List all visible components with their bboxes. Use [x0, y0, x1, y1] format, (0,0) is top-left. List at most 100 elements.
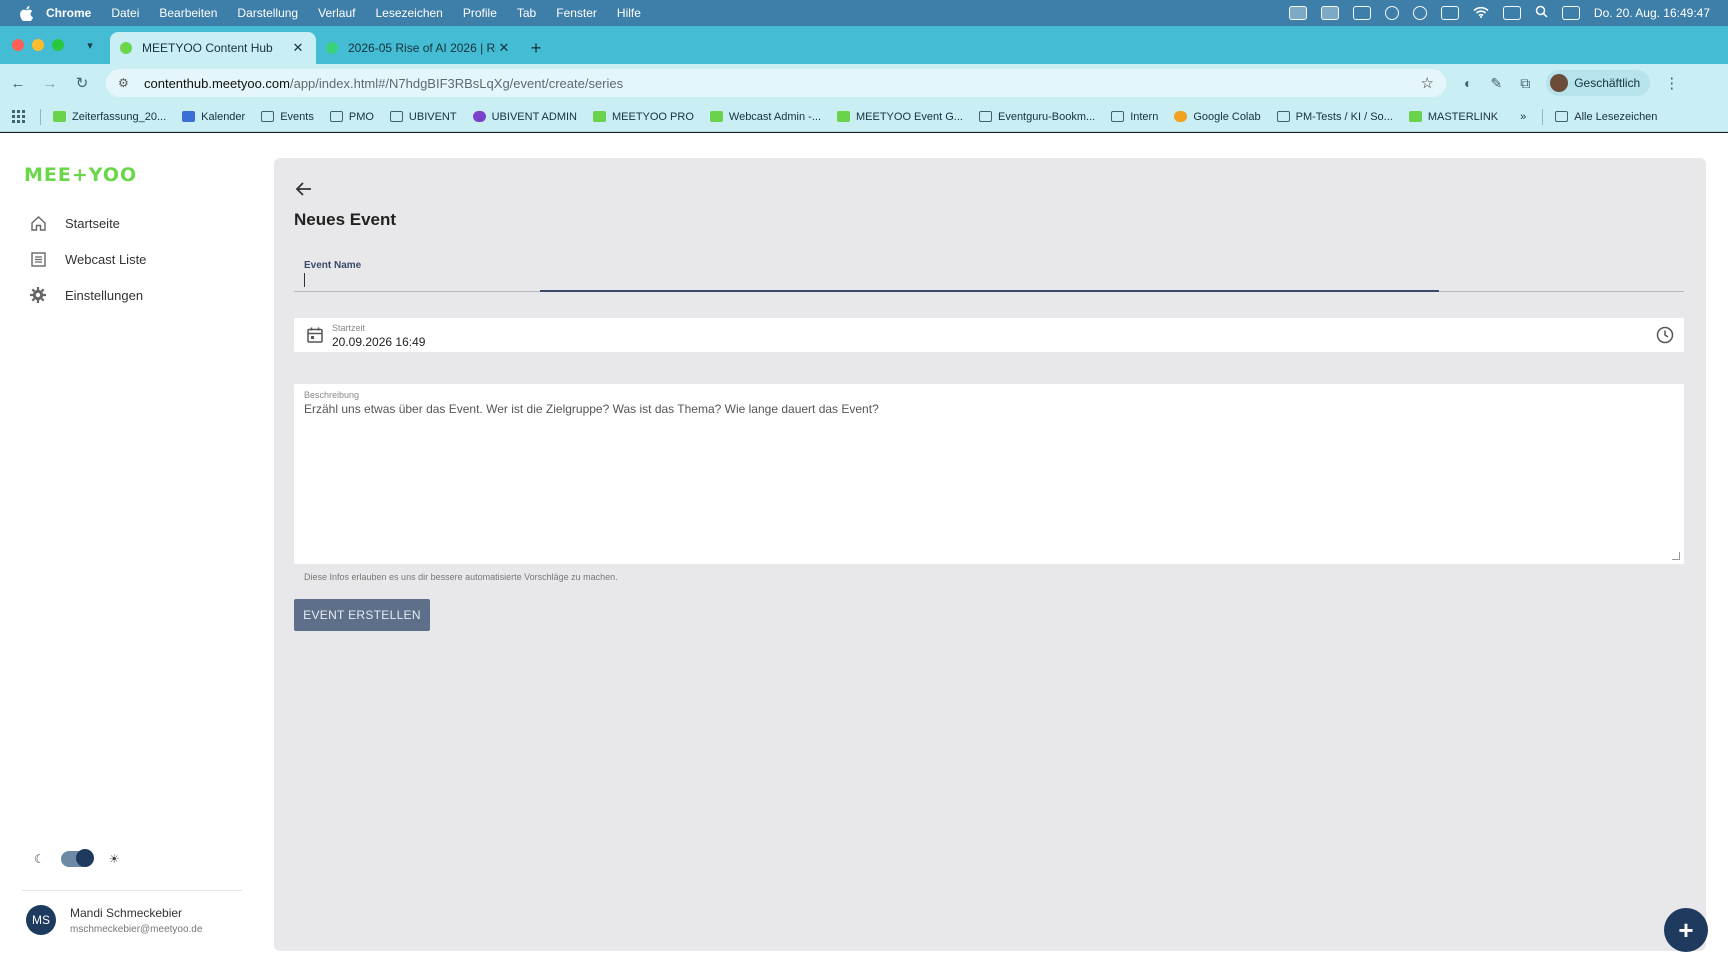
- calendar-icon[interactable]: [306, 326, 324, 344]
- extensions-puzzle-icon[interactable]: ⧉: [1520, 75, 1530, 92]
- address-bar[interactable]: ⚙ contenthub.meetyoo.com/app/index.html#…: [106, 69, 1446, 97]
- folder-icon: [261, 111, 275, 122]
- bookmark-item[interactable]: Zeiterfassung_20...: [53, 111, 166, 123]
- bookmark-folder[interactable]: UBIVENT: [389, 111, 457, 123]
- calendar-icon: [182, 111, 196, 122]
- tab-rise-of-ai[interactable]: 2026-05 Rise of AI 2026 | Re ✕: [316, 32, 522, 64]
- menu-bearbeiten[interactable]: Bearbeiten: [159, 6, 217, 20]
- forward-nav-icon[interactable]: →: [36, 69, 64, 97]
- drive-icon[interactable]: [1352, 6, 1371, 20]
- close-tab-icon[interactable]: ✕: [290, 40, 306, 56]
- apps-grid-icon[interactable]: [12, 109, 26, 124]
- close-window-button[interactable]: [12, 39, 24, 51]
- menu-datei[interactable]: Datei: [111, 6, 139, 20]
- menu-profile[interactable]: Profile: [463, 6, 497, 20]
- reload-icon[interactable]: ↻: [68, 69, 96, 97]
- meetyoo-logo[interactable]: MEE+YOO: [24, 164, 137, 186]
- browser-toolbar: ← → ↻ ⚙ contenthub.meetyoo.com/app/index…: [0, 64, 1728, 102]
- zoom-window-button[interactable]: [52, 39, 64, 51]
- site-info-icon[interactable]: ⚙: [118, 76, 134, 90]
- menu-hilfe[interactable]: Hilfe: [617, 6, 641, 20]
- resize-handle-icon[interactable]: [1672, 552, 1680, 560]
- minimize-window-button[interactable]: [32, 39, 44, 51]
- menubar-clock[interactable]: Do. 20. Aug. 16:49:47: [1594, 6, 1710, 20]
- sidebar-item-einstellungen[interactable]: Einstellungen: [28, 277, 146, 313]
- menu-lesezeichen[interactable]: Lesezeichen: [375, 6, 442, 20]
- url-text[interactable]: contenthub.meetyoo.com/app/index.html#/N…: [144, 76, 1421, 91]
- theme-switcher: ☾ ☀: [34, 849, 120, 867]
- new-tab-button[interactable]: +: [522, 32, 550, 64]
- sidebar: MEE+YOO Startseite Webcast Liste Einstel…: [0, 133, 262, 972]
- clock-icon[interactable]: [1656, 326, 1674, 344]
- list-icon: [28, 249, 48, 269]
- screen-share-icon[interactable]: [1288, 6, 1307, 20]
- bookmark-item[interactable]: Kalender: [182, 111, 245, 123]
- bookmark-favicon-icon: [592, 111, 606, 122]
- sun-icon: ☀: [108, 852, 120, 866]
- bookmark-item[interactable]: MEETYOO Event G...: [837, 111, 963, 123]
- menu-darstellung[interactable]: Darstellung: [237, 6, 298, 20]
- url-host: contenthub.meetyoo.com: [144, 75, 290, 91]
- app-viewport: MEE+YOO Startseite Webcast Liste Einstel…: [0, 133, 1728, 972]
- bookmark-favicon-icon: [1408, 111, 1422, 122]
- profile-button[interactable]: Geschäftlich: [1546, 70, 1651, 96]
- menu-verlauf[interactable]: Verlauf: [318, 6, 355, 20]
- folder-icon: [389, 111, 403, 122]
- battery-icon[interactable]: [1502, 6, 1521, 20]
- bookmark-item[interactable]: UBIVENT ADMIN: [472, 111, 577, 123]
- control-center-icon[interactable]: [1561, 6, 1580, 20]
- bookmark-folder[interactable]: Intern: [1111, 111, 1158, 123]
- bookmarks-overflow-icon[interactable]: »: [1520, 111, 1526, 123]
- event-name-field[interactable]: Event Name: [294, 250, 1684, 292]
- bookmark-favicon-icon: [472, 111, 486, 122]
- start-time-field[interactable]: Startzeit 20.09.2026 16:49: [294, 318, 1684, 352]
- tab-title: 2026-05 Rise of AI 2026 | Re: [348, 41, 496, 55]
- theme-toggle[interactable]: [60, 849, 94, 867]
- menu-fenster[interactable]: Fenster: [556, 6, 597, 20]
- browser-menu-icon[interactable]: ⋮: [1664, 74, 1679, 92]
- sidebar-item-startseite[interactable]: Startseite: [28, 205, 146, 241]
- keyboard-layout-icon[interactable]: [1440, 6, 1459, 20]
- description-placeholder: Erzähl uns etwas über das Event. Wer ist…: [304, 402, 879, 416]
- bookmark-label: MEETYOO Event G...: [856, 110, 963, 123]
- apple-icon[interactable]: [18, 5, 34, 21]
- bookmark-favicon-icon: [709, 111, 723, 122]
- bookmark-favicon-icon: [53, 111, 66, 122]
- folder-icon: [1111, 111, 1125, 122]
- macos-menubar: Chrome Datei Bearbeiten Darstellung Verl…: [0, 0, 1728, 26]
- bookmark-item[interactable]: Webcast Admin -...: [709, 111, 821, 123]
- pen-extension-icon[interactable]: ✎: [1490, 75, 1502, 92]
- sidebar-item-webcast-liste[interactable]: Webcast Liste: [28, 241, 146, 277]
- bookmark-folder[interactable]: PMO: [329, 111, 374, 123]
- bookmark-folder[interactable]: Events: [261, 111, 314, 123]
- tab-meetyoo-content-hub[interactable]: MEETYOO Content Hub ✕: [110, 32, 316, 64]
- bookmark-folder[interactable]: PM-Tests / KI / So...: [1276, 111, 1393, 123]
- arrow-left-icon[interactable]: [295, 180, 312, 201]
- add-fab-button[interactable]: +: [1664, 908, 1708, 952]
- wifi-icon[interactable]: [1473, 6, 1489, 21]
- create-event-button[interactable]: EVENT ERSTELLEN: [294, 599, 430, 631]
- bookmark-favicon-icon: [837, 111, 850, 122]
- bookmark-star-icon[interactable]: ☆: [1421, 74, 1434, 92]
- all-bookmarks-folder[interactable]: Alle Lesezeichen: [1555, 111, 1657, 123]
- sidebar-nav: Startseite Webcast Liste Einstellungen: [28, 205, 146, 313]
- user-profile[interactable]: MS Mandi Schmeckebier mschmeckebier@meet…: [26, 905, 202, 935]
- bookmark-item[interactable]: MEETYOO PRO: [592, 111, 694, 123]
- spotlight-search-icon[interactable]: [1535, 5, 1548, 21]
- sync-icon[interactable]: [1384, 6, 1399, 20]
- bookmark-item[interactable]: MASTERLINK: [1408, 111, 1498, 123]
- bookmark-folder[interactable]: Eventguru-Bookm...: [978, 111, 1095, 123]
- password-manager-icon[interactable]: [1320, 6, 1339, 20]
- menu-tab[interactable]: Tab: [517, 6, 536, 20]
- menu-app-name[interactable]: Chrome: [46, 6, 91, 20]
- tab-search-chevron-icon[interactable]: ▾: [78, 33, 102, 57]
- folder-icon: [1276, 111, 1290, 122]
- close-tab-icon[interactable]: ✕: [496, 40, 512, 56]
- extension-icon[interactable]: ◐: [1464, 75, 1472, 91]
- back-nav-icon[interactable]: ←: [4, 69, 32, 97]
- avatar: MS: [26, 905, 56, 935]
- bluetooth-icon[interactable]: [1412, 6, 1427, 20]
- description-textarea[interactable]: Beschreibung Erzähl uns etwas über das E…: [294, 384, 1684, 564]
- bookmark-item[interactable]: Google Colab: [1174, 111, 1261, 123]
- bookmarks-separator: [1542, 108, 1544, 125]
